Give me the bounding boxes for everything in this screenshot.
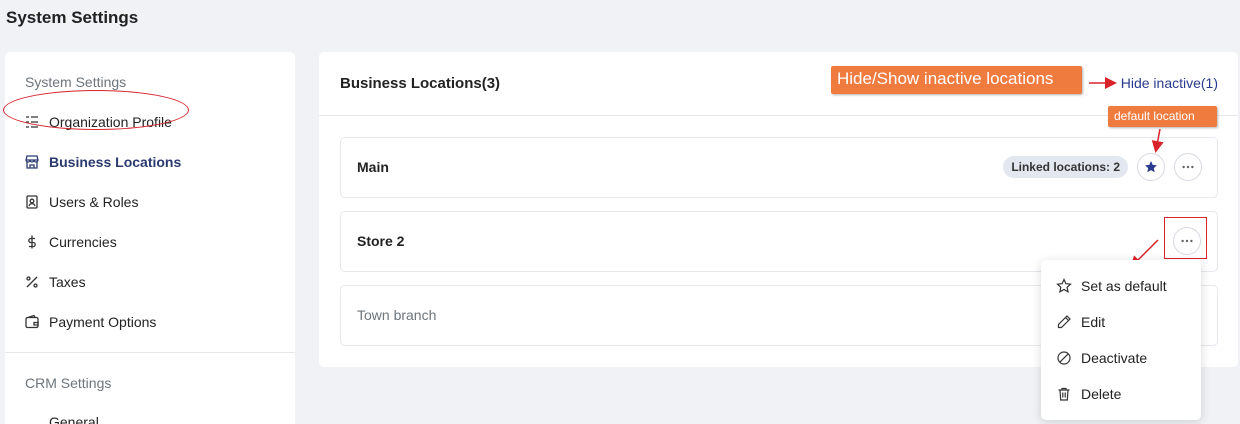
default-location-button[interactable] (1137, 153, 1165, 181)
page-title: System Settings (6, 8, 139, 27)
sidebar-item-business-locations[interactable]: Business Locations (23, 150, 181, 174)
menu-item-delete[interactable]: Delete (1056, 383, 1121, 405)
location-name: Store 2 (357, 233, 405, 249)
star-outline-icon (1056, 278, 1072, 294)
pencil-icon (1056, 314, 1072, 330)
dollar-icon (23, 233, 41, 251)
menu-item-label: Deactivate (1081, 350, 1148, 366)
annotation-hide-show: Hide/Show inactive locations (831, 66, 1082, 94)
menu-item-label: Set as default (1081, 278, 1167, 294)
sidebar-item-label: General (49, 414, 99, 424)
sidebar-item-label: Business Locations (49, 154, 182, 170)
location-name: Main (357, 159, 389, 175)
linked-locations-badge: Linked locations: 2 (1003, 156, 1128, 178)
store-icon (23, 153, 41, 171)
sidebar-item-users-roles[interactable]: Users & Roles (23, 190, 138, 214)
sidebar-item-currencies[interactable]: Currencies (23, 230, 117, 254)
menu-item-label: Delete (1081, 386, 1122, 402)
panel-title: Business Locations(3) (340, 75, 501, 92)
wallet-icon (23, 313, 41, 331)
sidebar-item-payment-options[interactable]: Payment Options (23, 310, 156, 334)
percent-icon (23, 273, 41, 291)
more-options-button[interactable] (1174, 153, 1202, 181)
panel-header: Business Locations(3) Hide inactive(1) (319, 52, 1238, 116)
annotation-default-location: default location (1108, 106, 1217, 127)
hide-inactive-link[interactable]: Hide inactive(1) (1121, 75, 1218, 91)
location-card-main[interactable]: Main Linked locations: 2 (340, 137, 1218, 198)
trash-icon (1056, 386, 1072, 402)
sidebar-item-taxes[interactable]: Taxes (23, 270, 86, 294)
highlight-ellipse (3, 90, 189, 130)
more-dots-icon (1181, 160, 1195, 174)
location-name: Town branch (357, 307, 437, 323)
sidebar-divider (5, 352, 295, 353)
menu-item-deactivate[interactable]: Deactivate (1056, 347, 1147, 369)
sidebar-item-label: Taxes (49, 274, 86, 290)
sidebar-item-general[interactable]: General (49, 410, 99, 424)
sidebar-item-label: Users & Roles (49, 194, 139, 210)
highlight-box (1164, 217, 1207, 259)
menu-item-edit[interactable]: Edit (1056, 311, 1105, 333)
menu-item-set-default[interactable]: Set as default (1056, 275, 1167, 297)
sidebar-section-title: System Settings (25, 74, 127, 90)
sidebar-item-label: Currencies (49, 234, 117, 250)
location-actions-menu: Set as default Edit Deactivate Delete (1041, 260, 1201, 420)
star-filled-icon (1144, 160, 1158, 174)
user-doc-icon (23, 193, 41, 211)
sidebar-item-label: Payment Options (49, 314, 157, 330)
ban-icon (1056, 350, 1072, 366)
sidebar-section-title: CRM Settings (25, 375, 112, 391)
menu-item-label: Edit (1081, 314, 1106, 330)
